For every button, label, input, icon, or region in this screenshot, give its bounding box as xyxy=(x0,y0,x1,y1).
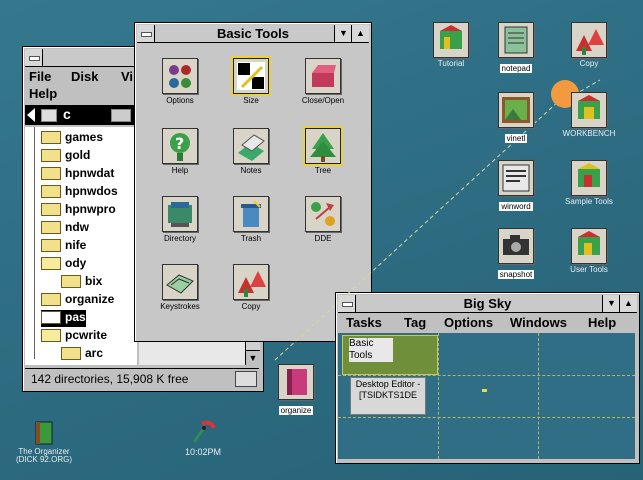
desktop-icon-frame xyxy=(498,92,534,128)
desktop-icon-frame xyxy=(278,364,314,400)
tutorial-icon xyxy=(440,25,462,49)
picture-icon xyxy=(502,97,530,123)
desktop-icon-user-tools[interactable]: User Tools xyxy=(559,228,619,274)
desktop-icon-label: snapshot xyxy=(497,270,535,279)
desktop-icon-label: organize xyxy=(278,406,314,415)
desktop-icon-frame xyxy=(498,22,534,58)
desktop-icon-frame xyxy=(571,160,607,196)
sample-tools-icon xyxy=(578,163,600,187)
desktop-icon-workbench[interactable]: WORKBENCH xyxy=(559,92,619,138)
organizer-desktop-icon[interactable]: The Organizer (DICK 92.ORG) xyxy=(4,420,84,464)
notepad-icon xyxy=(504,26,528,54)
clock-desktop-icon[interactable]: 10:02PM xyxy=(168,416,238,457)
desktop-icon-frame xyxy=(498,160,534,196)
desktop-icon-winword[interactable]: winword xyxy=(486,160,546,214)
organizer-sublabel: (DICK 92.ORG) xyxy=(15,455,72,464)
user-tools-icon xyxy=(578,231,600,255)
desktop-icon-snapshot[interactable]: snapshot xyxy=(486,228,546,282)
desktop-icon-notepad[interactable]: notepad xyxy=(486,22,546,76)
organize-icon xyxy=(287,369,307,395)
desktop-icon-label: Copy xyxy=(579,59,599,68)
desktop-icon-tutorial[interactable]: Tutorial xyxy=(421,22,481,68)
desktop-icon-frame xyxy=(433,22,469,58)
desktop-icon-frame xyxy=(571,92,607,128)
copy-icon xyxy=(576,29,604,55)
desktop-icon-label: notepad xyxy=(499,64,533,73)
clock-label: 10:02PM xyxy=(184,447,222,457)
desktop-icon-label: User Tools xyxy=(570,265,608,274)
desktop-icon-label: vinetl xyxy=(504,134,528,143)
desktop-icon-sample-tools[interactable]: Sample Tools xyxy=(559,160,619,206)
desktop-icon-copy[interactable]: Copy xyxy=(559,22,619,68)
desktop-icon-label: WORKBENCH xyxy=(562,129,616,138)
camera-icon xyxy=(503,235,529,255)
desktop-icon-frame xyxy=(498,228,534,264)
winword-icon xyxy=(502,164,530,192)
desktop-icon-label: winword xyxy=(499,202,533,211)
desktop-icon-organize[interactable]: organize xyxy=(266,364,326,418)
clock-icon xyxy=(192,420,216,443)
desktop-icon-frame xyxy=(571,228,607,264)
desktop-icon-frame xyxy=(571,22,607,58)
desktop-icon-label: Tutorial xyxy=(437,59,465,68)
desktop-icon-vinetl[interactable]: vinetl xyxy=(486,92,546,146)
desktop-icon-label: Sample Tools xyxy=(565,197,613,206)
workbench-icon xyxy=(578,95,600,119)
book-icon xyxy=(35,421,53,445)
